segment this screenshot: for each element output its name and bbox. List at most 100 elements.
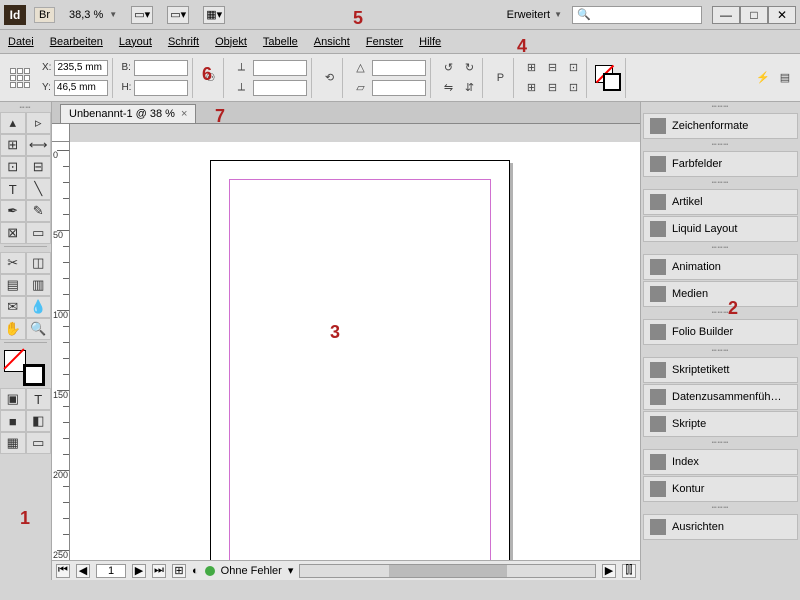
menu-ansicht[interactable]: Ansicht (314, 36, 350, 48)
ruler-origin[interactable] (52, 124, 70, 142)
panel-button[interactable]: Animation (643, 254, 798, 280)
first-page-button[interactable]: ⏮ (56, 564, 70, 578)
shear-input[interactable] (372, 80, 426, 96)
flip-h-icon[interactable]: ⇋ (439, 79, 457, 97)
page-number-field[interactable]: 1 (96, 564, 126, 578)
menu-fenster[interactable]: Fenster (366, 36, 403, 48)
bridge-button[interactable]: Br (34, 7, 55, 23)
panel-grip-icon[interactable]: ┅┅┅ (641, 243, 800, 253)
pencil-tool[interactable]: ✎ (26, 200, 52, 222)
direct-selection-tool[interactable]: ▹ (26, 112, 52, 134)
prev-page-button[interactable]: ◀ (76, 564, 90, 578)
panel-button[interactable]: Skripte (643, 411, 798, 437)
zoom-tool[interactable]: 🔍 (26, 318, 52, 340)
panel-grip-icon[interactable]: ┅┅┅ (641, 438, 800, 448)
menu-schrift[interactable]: Schrift (168, 36, 199, 48)
content-placer-tool[interactable]: ⊟ (26, 156, 52, 178)
document-tab[interactable]: Unbenannt-1 @ 38 % × (60, 104, 196, 123)
panel-button[interactable]: Liquid Layout (643, 216, 798, 242)
view-options-button[interactable]: ▭▾ (131, 6, 153, 24)
pen-tool[interactable]: ✒ (0, 200, 26, 222)
zoom-level-dropdown[interactable]: 38,3 % ▼ (65, 8, 117, 22)
panel-grip-icon[interactable]: ┅┅┅ (641, 308, 800, 318)
split-view-icon[interactable]: ⫿⫿ (622, 564, 636, 578)
rectangle-tool[interactable]: ▭ (26, 222, 52, 244)
scroll-right-button[interactable]: ▶ (602, 564, 616, 578)
formatting-container-icon[interactable]: ▣ (0, 388, 26, 410)
page[interactable] (210, 160, 510, 560)
align4-icon[interactable]: ⊞ (522, 79, 540, 97)
rotate-icon[interactable]: ⟲ (320, 69, 338, 87)
constrain-proportions-icon[interactable]: ⚇ (201, 69, 219, 87)
distribute-icon[interactable]: ⊟ (543, 59, 561, 77)
panel-button[interactable]: Kontur (643, 476, 798, 502)
gradient-feather-tool[interactable]: ▥ (26, 274, 52, 296)
view-mode-preview[interactable]: ▭ (26, 432, 52, 454)
panel-grip-icon[interactable]: ┅┅┅ (641, 102, 800, 112)
close-button[interactable]: ✕ (768, 6, 796, 24)
search-field[interactable]: 🔍 (572, 6, 702, 24)
align6-icon[interactable]: ⊡ (564, 79, 582, 97)
document-canvas[interactable] (70, 142, 640, 560)
rotate-cw-icon[interactable]: ↻ (460, 59, 478, 77)
panel-button[interactable]: Farbfelder (643, 151, 798, 177)
scale-x-input[interactable] (253, 60, 307, 76)
y-input[interactable] (54, 80, 108, 96)
note-tool[interactable]: ✉ (0, 296, 26, 318)
reference-point-selector[interactable] (10, 68, 30, 88)
line-tool[interactable]: ╲ (26, 178, 52, 200)
horizontal-scrollbar[interactable] (299, 564, 596, 578)
gradient-swatch-tool[interactable]: ▤ (0, 274, 26, 296)
panel-button[interactable]: Skriptetikett (643, 357, 798, 383)
panel-button[interactable]: Medien (643, 281, 798, 307)
preflight-menu-icon[interactable]: ▾ (288, 564, 294, 577)
last-page-button[interactable]: ⏭ (152, 564, 166, 578)
select-container-icon[interactable]: P (491, 69, 509, 87)
maximize-button[interactable]: □ (740, 6, 768, 24)
quick-apply-icon[interactable]: ⚡ (754, 69, 772, 87)
menu-layout[interactable]: Layout (119, 36, 152, 48)
panel-grip-icon[interactable]: ┅┅┅ (641, 140, 800, 150)
preflight-icon[interactable]: ◐ (192, 565, 199, 577)
open-navigator-icon[interactable]: ⊞ (172, 564, 186, 578)
rotation-input[interactable] (372, 60, 426, 76)
scissors-tool[interactable]: ✂ (0, 252, 26, 274)
menu-bearbeiten[interactable]: Bearbeiten (50, 36, 103, 48)
content-collector-tool[interactable]: ⊡ (0, 156, 26, 178)
menu-datei[interactable]: Datei (8, 36, 34, 48)
align-icon[interactable]: ⊞ (522, 59, 540, 77)
flip-v-icon[interactable]: ⇵ (460, 79, 478, 97)
panel-button[interactable]: Zeichenformate (643, 113, 798, 139)
rotate-ccw-icon[interactable]: ↺ (439, 59, 457, 77)
menu-tabelle[interactable]: Tabelle (263, 36, 298, 48)
fill-stroke-toggle[interactable] (2, 350, 49, 386)
rectangle-frame-tool[interactable]: ⊠ (0, 222, 26, 244)
eyedropper-tool[interactable]: 💧 (26, 296, 52, 318)
arrange-documents-button[interactable]: ▦▾ (203, 6, 225, 24)
panel-grip-icon[interactable]: ┅┅ (0, 102, 51, 112)
panel-button[interactable]: Index (643, 449, 798, 475)
panel-button[interactable]: Ausrichten (643, 514, 798, 540)
free-transform-tool[interactable]: ◫ (26, 252, 52, 274)
type-tool[interactable]: T (0, 178, 26, 200)
hand-tool[interactable]: ✋ (0, 318, 26, 340)
menu-objekt[interactable]: Objekt (215, 36, 247, 48)
fill-stroke-swatch[interactable] (595, 65, 621, 91)
apply-color-icon[interactable]: ■ (0, 410, 26, 432)
screen-mode-button[interactable]: ▭▾ (167, 6, 189, 24)
minimize-button[interactable]: — (712, 6, 740, 24)
x-input[interactable] (54, 60, 108, 76)
panel-button[interactable]: Artikel (643, 189, 798, 215)
formatting-text-icon[interactable]: T (26, 388, 52, 410)
selection-tool[interactable]: ▴ (0, 112, 26, 134)
apply-gradient-icon[interactable]: ◧ (26, 410, 52, 432)
view-mode-normal[interactable]: ▦ (0, 432, 26, 454)
page-tool[interactable]: ⊞ (0, 134, 26, 156)
h-input[interactable] (134, 80, 188, 96)
workspace-switcher[interactable]: Erweitert ▼ (507, 9, 562, 21)
align3-icon[interactable]: ⊡ (564, 59, 582, 77)
panel-grip-icon[interactable]: ┅┅┅ (641, 503, 800, 513)
panel-grip-icon[interactable]: ┅┅┅ (641, 178, 800, 188)
w-input[interactable] (134, 60, 188, 76)
scale-y-input[interactable] (253, 80, 307, 96)
